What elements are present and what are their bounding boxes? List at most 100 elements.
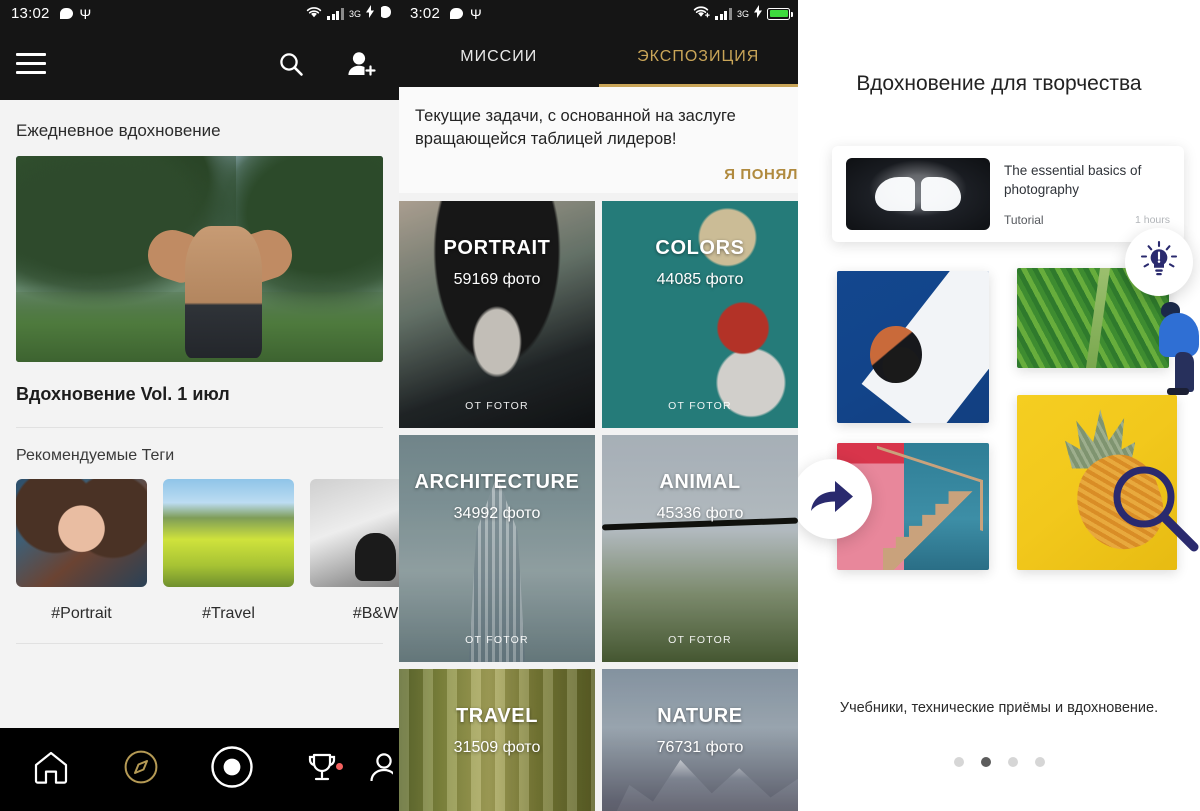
notification-badge <box>336 763 343 770</box>
tab-exposure[interactable]: ЭКСПОЗИЦИЯ <box>599 27 799 87</box>
charging-icon <box>366 5 374 22</box>
add-user-icon[interactable] <box>347 50 377 78</box>
category-grid: PORTRAIT 59169 фото ОТ FOTOR COLORS 4408… <box>399 193 798 811</box>
nav-item-contest[interactable] <box>277 749 367 790</box>
tag-item-travel[interactable]: #Travel <box>163 479 294 623</box>
nav-item-shutter[interactable] <box>187 745 277 794</box>
status-time: 13:02 <box>11 5 50 22</box>
category-title: PORTRAIT <box>443 236 551 259</box>
network-label: 3G <box>736 8 749 19</box>
daily-inspiration-heading: Ежедневное вдохновение <box>16 121 221 140</box>
carousel-dot-3[interactable] <box>1007 757 1018 767</box>
banner-text: Текущие задачи, с основанной на заслуге … <box>415 107 736 149</box>
compass-icon <box>123 749 159 790</box>
battery-icon <box>767 7 793 20</box>
category-tile-portrait[interactable]: PORTRAIT 59169 фото ОТ FOTOR <box>399 200 595 428</box>
signal-icon <box>715 7 732 20</box>
person-body <box>1159 313 1199 357</box>
status-bar-panel2: 3:02 Ψ 3G <box>399 0 798 27</box>
tab-bar: МИССИИ ЭКСПОЗИЦИЯ <box>399 27 798 87</box>
nav-item-profile[interactable] <box>367 750 393 789</box>
category-credit: ОТ FOTOR <box>465 633 529 646</box>
category-count: 34992 фото <box>453 504 541 522</box>
bw-thumb <box>310 479 399 587</box>
category-credit: ОТ FOTOR <box>465 399 529 412</box>
tile-shade <box>602 434 798 662</box>
category-tile-colors[interactable]: COLORS 44085 фото ОТ FOTOR <box>602 200 798 428</box>
category-tile-travel[interactable]: TRAVEL 31509 фото ОТ FOTOR <box>399 668 595 811</box>
message-icon <box>59 8 73 19</box>
category-title: ARCHITECTURE <box>414 470 580 493</box>
magnifier-badge <box>1104 459 1200 555</box>
hero-photo[interactable] <box>16 156 383 362</box>
banner-dismiss-button[interactable]: Я ПОНЯЛ <box>415 152 798 183</box>
nav-item-discover[interactable] <box>96 749 186 790</box>
category-title: ANIMAL <box>659 470 741 493</box>
panel-home-feed: 13:02 Ψ 3G Ежедневное вдохновение Вдохно… <box>0 0 399 811</box>
battery-icon <box>379 5 392 22</box>
category-credit: ОТ FOTOR <box>668 399 732 412</box>
person-legs <box>1175 352 1194 392</box>
menu-icon[interactable] <box>16 53 46 74</box>
tag-label: #B&W <box>352 605 399 622</box>
bottom-navigation <box>0 728 399 811</box>
category-count: 59169 фото <box>453 270 541 288</box>
travel-thumb <box>163 479 294 587</box>
wifi-icon <box>306 5 322 22</box>
category-tile-animal[interactable]: ANIMAL 45336 фото ОТ FOTOR <box>602 434 798 662</box>
carousel-dot-2[interactable] <box>980 757 991 767</box>
message-icon <box>450 8 463 19</box>
volume-title[interactable]: Вдохновение Vol. 1 июл <box>0 362 399 427</box>
recommended-tags-heading: Рекомендуемые Теги <box>16 447 175 464</box>
recommended-tags-row: #Portrait #Travel #B&W <box>0 479 399 623</box>
status-bar-panel1: 13:02 Ψ 3G <box>0 0 399 27</box>
category-tile-architecture[interactable]: ARCHITECTURE 34992 фото ОТ FOTOR <box>399 434 595 662</box>
usb-icon: Ψ <box>470 5 482 22</box>
person-illustration <box>1155 302 1200 396</box>
search-icon[interactable] <box>277 50 305 78</box>
category-title: TRAVEL <box>455 704 539 727</box>
carousel-dot-1[interactable] <box>953 757 964 767</box>
carousel-dot-4[interactable] <box>1034 757 1045 767</box>
profile-icon <box>367 750 393 789</box>
share-arrow-icon <box>808 475 856 524</box>
signal-icon <box>327 7 344 20</box>
charging-icon <box>754 5 762 22</box>
trophy-icon <box>304 749 340 790</box>
category-count: 76731 фото <box>656 738 744 756</box>
category-count: 31509 фото <box>453 738 541 756</box>
category-title: NATURE <box>657 704 743 727</box>
photo-collage <box>798 0 1200 811</box>
category-credit: ОТ FOTOR <box>668 633 732 646</box>
divider-2 <box>16 643 383 644</box>
tag-item-bw[interactable]: #B&W <box>310 479 399 623</box>
home-feed-body: Ежедневное вдохновение Вдохновение Vol. … <box>0 100 399 811</box>
tennis-photo[interactable] <box>837 271 989 423</box>
nav-item-home[interactable] <box>6 750 96 789</box>
category-title: COLORS <box>655 236 745 259</box>
hero-figure <box>184 226 262 358</box>
info-banner: Текущие задачи, с основанной на заслуге … <box>399 87 798 193</box>
tennis-athlete-shape <box>870 325 923 384</box>
panel-creative-inspiration: Вдохновение для творчества The essential… <box>798 0 1200 811</box>
magnifier-icon <box>1104 466 1200 559</box>
app-bar-panel1 <box>0 27 399 100</box>
tag-label: #Portrait <box>51 605 112 622</box>
wifi-icon <box>693 5 711 22</box>
network-label: 3G <box>348 8 361 19</box>
lightbulb-badge <box>1125 228 1193 296</box>
usb-icon: Ψ <box>79 5 92 22</box>
status-time: 3:02 <box>410 5 440 22</box>
panel-missions-exposure: 3:02 Ψ 3G МИССИИ ЭКСПОЗИЦИЯ Текущие зада… <box>399 0 798 811</box>
category-count: 44085 фото <box>656 270 744 288</box>
lightbulb-icon <box>1139 240 1179 285</box>
portrait-thumb <box>16 479 147 587</box>
category-tile-nature[interactable]: NATURE 76731 фото ОТ FOTOR <box>602 668 798 811</box>
home-icon <box>33 750 69 789</box>
tag-item-portrait[interactable]: #Portrait <box>16 479 147 623</box>
carousel-dots <box>798 757 1200 767</box>
shutter-icon <box>210 745 254 794</box>
tab-missions[interactable]: МИССИИ <box>399 27 599 87</box>
tile-shade <box>399 434 595 662</box>
tile-shade <box>399 200 595 428</box>
